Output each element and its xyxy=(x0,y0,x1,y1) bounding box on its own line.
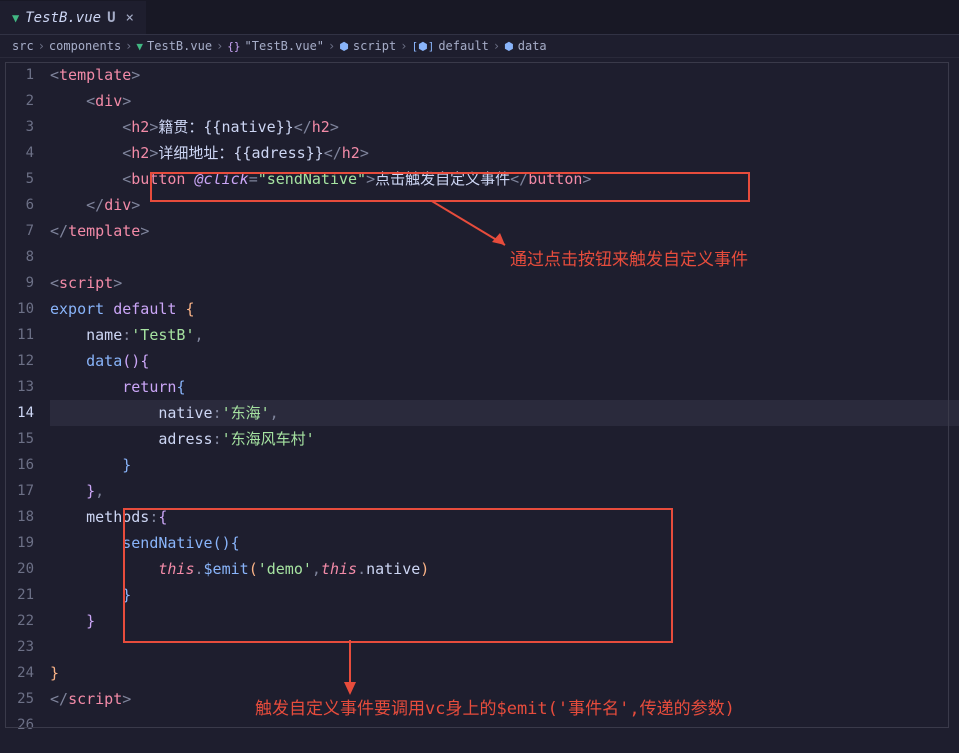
code-line: data(){ xyxy=(50,348,959,374)
code-line: <h2>详细地址：{{adress}}</h2> xyxy=(50,140,959,166)
code-line xyxy=(50,244,959,270)
code-line: </template> xyxy=(50,218,959,244)
vue-icon: ▼ xyxy=(12,11,19,25)
breadcrumb-item[interactable]: ⬢script xyxy=(339,39,396,53)
code-line: export default { xyxy=(50,296,959,322)
code-line: <template> xyxy=(50,62,959,88)
code-line: } xyxy=(50,608,959,634)
chevron-right-icon: › xyxy=(125,39,132,53)
close-icon[interactable]: × xyxy=(126,10,134,26)
line-number-gutter: 1 2 3 4 5 6 7 8 9 10 11 12 13 14 15 16 1… xyxy=(0,58,50,738)
vue-icon: ▼ xyxy=(136,40,143,53)
code-content[interactable]: <template> <div> <h2>籍贯：{{native}}</h2> … xyxy=(50,58,959,738)
breadcrumb-item[interactable]: ⬢data xyxy=(504,39,547,53)
code-line: }, xyxy=(50,478,959,504)
cube-icon: ⬢ xyxy=(504,40,514,53)
breadcrumb-item[interactable]: ▼TestB.vue xyxy=(136,39,212,53)
code-line: this.$emit('demo',this.native) xyxy=(50,556,959,582)
code-line: methods:{ xyxy=(50,504,959,530)
code-line: } xyxy=(50,582,959,608)
code-line: <h2>籍贯：{{native}}</h2> xyxy=(50,114,959,140)
breadcrumb: src › components › ▼TestB.vue › {}"TestB… xyxy=(0,35,959,58)
code-line: adress:'东海风车村' xyxy=(50,426,959,452)
tab-filename: TestB.vue xyxy=(25,10,101,26)
chevron-right-icon: › xyxy=(38,39,45,53)
file-tab[interactable]: ▼ TestB.vue U × xyxy=(0,0,146,34)
annotation-text: 触发自定义事件要调用vc身上的$emit('事件名',传递的参数) xyxy=(255,694,735,719)
modified-indicator: U xyxy=(107,10,115,26)
code-line xyxy=(50,634,959,660)
variable-icon: [⬢] xyxy=(411,40,434,53)
chevron-right-icon: › xyxy=(493,39,500,53)
code-line: } xyxy=(50,660,959,686)
breadcrumb-item[interactable]: {}"TestB.vue" xyxy=(227,39,324,53)
annotation-text: 通过点击按钮来触发自定义事件 xyxy=(510,245,748,270)
breadcrumb-item[interactable]: [⬢]default xyxy=(411,39,488,53)
chevron-right-icon: › xyxy=(328,39,335,53)
braces-icon: {} xyxy=(227,40,240,53)
code-line: native:'东海', xyxy=(50,400,959,426)
code-line: return{ xyxy=(50,374,959,400)
code-line: sendNative(){ xyxy=(50,530,959,556)
code-line: </div> xyxy=(50,192,959,218)
breadcrumb-item[interactable]: components xyxy=(49,39,121,53)
code-editor[interactable]: 1 2 3 4 5 6 7 8 9 10 11 12 13 14 15 16 1… xyxy=(0,58,959,738)
chevron-right-icon: › xyxy=(216,39,223,53)
code-line: name:'TestB', xyxy=(50,322,959,348)
code-line: <div> xyxy=(50,88,959,114)
cube-icon: ⬢ xyxy=(339,40,349,53)
code-line: <button @click="sendNative">点击触发自定义事件</b… xyxy=(50,166,959,192)
chevron-right-icon: › xyxy=(400,39,407,53)
code-line: <script> xyxy=(50,270,959,296)
code-line: } xyxy=(50,452,959,478)
tab-bar: ▼ TestB.vue U × xyxy=(0,0,959,35)
breadcrumb-item[interactable]: src xyxy=(12,39,34,53)
